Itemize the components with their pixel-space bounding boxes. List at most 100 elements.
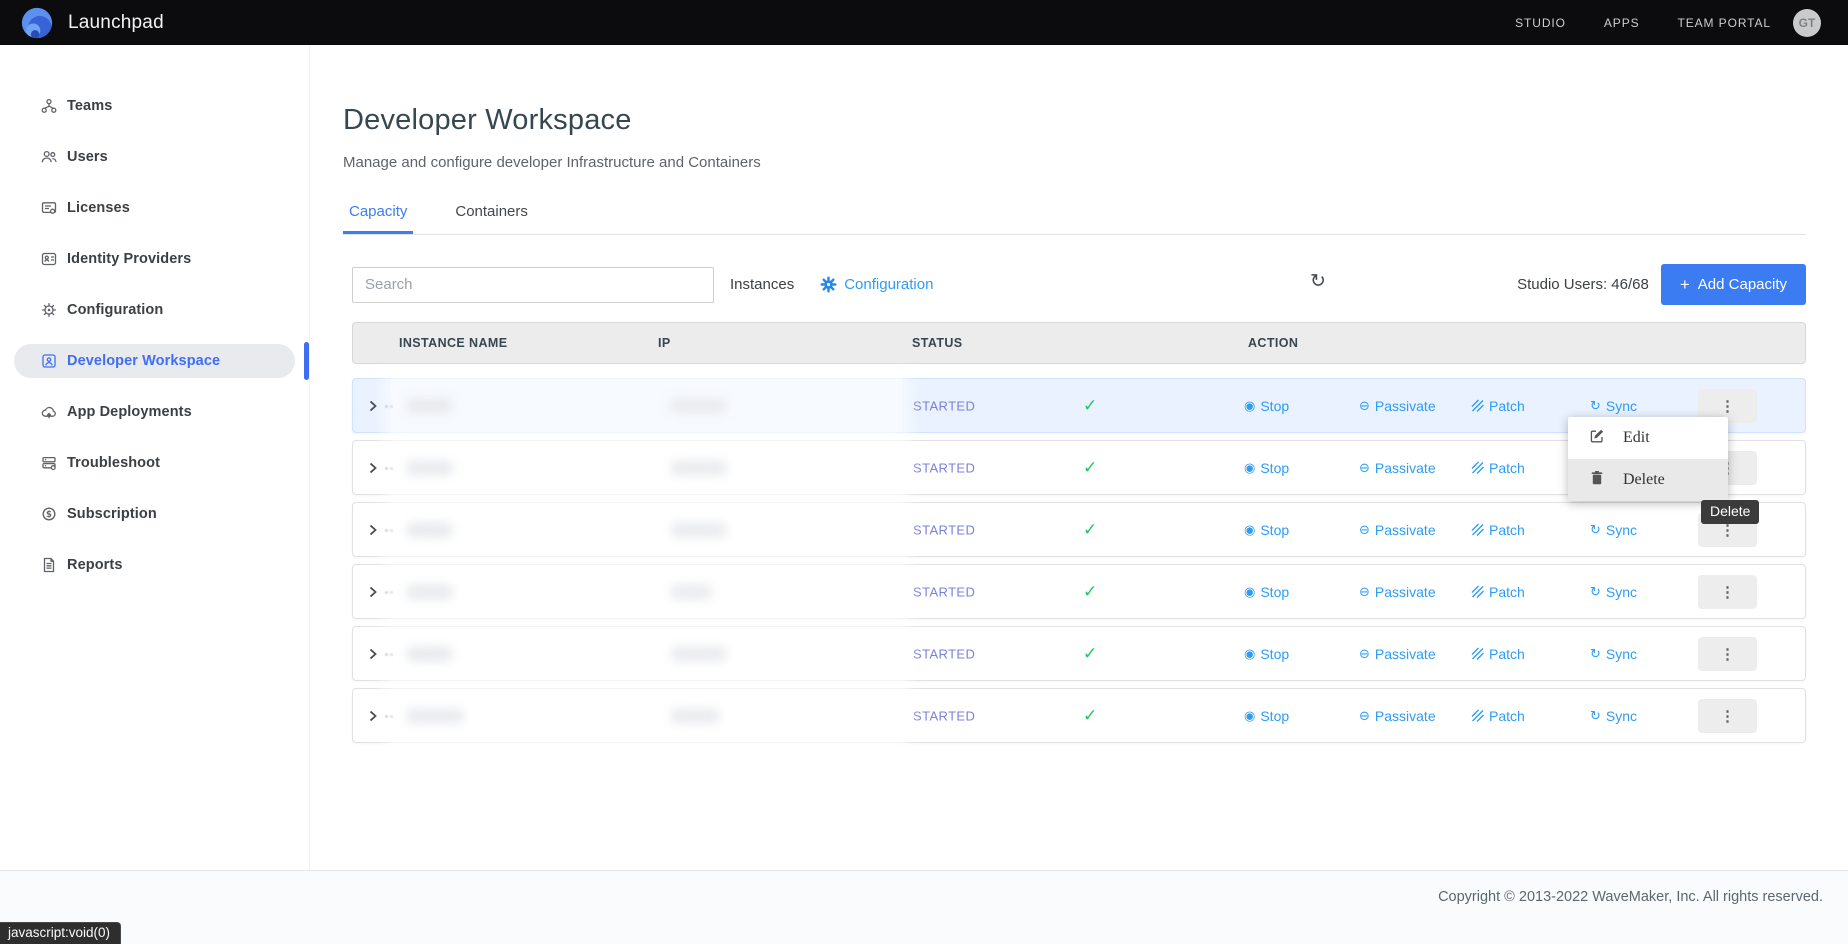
refresh-icon[interactable]: ↻: [1310, 272, 1326, 291]
redacted-text-fragment: [385, 653, 388, 656]
table-row[interactable]: STARTED ✓ ◉Stop ⊖Passivate Patch ↻Sync ⋮: [352, 564, 1806, 619]
stop-icon: ◉: [1244, 461, 1255, 474]
search-input[interactable]: [352, 267, 714, 303]
patch-action[interactable]: Patch: [1471, 522, 1525, 538]
stop-action[interactable]: ◉Stop: [1244, 460, 1289, 476]
passivate-action[interactable]: ⊖Passivate: [1359, 708, 1436, 724]
patch-action[interactable]: Patch: [1471, 584, 1525, 600]
redacted-instance-name: [406, 398, 453, 413]
redacted-instance-name: [406, 460, 453, 475]
row-menu-button[interactable]: ⋮: [1698, 637, 1757, 671]
row-menu-button[interactable]: ⋮: [1698, 699, 1757, 733]
nav-team-portal[interactable]: TEAM PORTAL: [1678, 16, 1771, 30]
tab-capacity[interactable]: Capacity: [343, 203, 413, 234]
sidebar-item-app-deployments[interactable]: App Deployments: [14, 395, 295, 429]
column-header-status: STATUS: [912, 323, 963, 363]
patch-icon: [1471, 647, 1484, 660]
avatar[interactable]: GT: [1793, 9, 1821, 37]
patch-icon: [1471, 585, 1484, 598]
redacted-instance-name: [406, 646, 453, 661]
configuration-link[interactable]: Configuration: [820, 276, 933, 293]
patch-icon: [1471, 399, 1484, 412]
chevron-right-icon[interactable]: [365, 584, 381, 600]
sync-action[interactable]: ↻Sync: [1590, 708, 1637, 724]
passivate-action[interactable]: ⊖Passivate: [1359, 460, 1436, 476]
sidebar-item-label: Licenses: [67, 200, 130, 216]
redacted-ip: [670, 708, 720, 723]
status-badge: STARTED: [913, 522, 975, 537]
sync-icon: ↻: [1590, 647, 1601, 660]
sidebar-item-label: Identity Providers: [67, 251, 191, 267]
redacted-text-fragment: [385, 405, 388, 408]
status-badge: STARTED: [913, 708, 975, 723]
gear-icon: [820, 276, 837, 293]
add-capacity-button[interactable]: +Add Capacity: [1661, 264, 1806, 305]
sidebar-item-teams[interactable]: Teams: [14, 89, 295, 123]
chevron-right-icon[interactable]: [365, 398, 381, 414]
sidebar-item-developer-workspace[interactable]: Developer Workspace: [14, 344, 295, 378]
check-icon: ✓: [1083, 458, 1097, 478]
passivate-icon: ⊖: [1359, 647, 1370, 660]
stop-icon: ◉: [1244, 585, 1255, 598]
table-row[interactable]: STARTED ✓ ◉Stop ⊖Passivate Patch ↻Sync ⋮: [352, 502, 1806, 557]
chevron-right-icon[interactable]: [365, 646, 381, 662]
sidebar-item-troubleshoot[interactable]: Troubleshoot: [14, 446, 295, 480]
stop-action[interactable]: ◉Stop: [1244, 522, 1289, 538]
developer-workspace-icon: [40, 352, 58, 370]
passivate-action[interactable]: ⊖Passivate: [1359, 646, 1436, 662]
sidebar-item-reports[interactable]: Reports: [14, 548, 295, 582]
patch-action[interactable]: Patch: [1471, 646, 1525, 662]
redacted-instance-name: [406, 708, 464, 723]
chevron-right-icon[interactable]: [365, 460, 381, 476]
menu-item-delete[interactable]: Delete: [1568, 459, 1728, 501]
studio-users-count: Studio Users: 46/68: [1517, 276, 1649, 293]
passivate-action[interactable]: ⊖Passivate: [1359, 522, 1436, 538]
patch-icon: [1471, 709, 1484, 722]
redacted-ip: [670, 584, 712, 599]
sync-action[interactable]: ↻Sync: [1590, 398, 1637, 414]
column-header-ip: IP: [658, 323, 671, 363]
stop-icon: ◉: [1244, 523, 1255, 536]
sidebar-item-label: Subscription: [67, 506, 157, 522]
sidebar-item-identity-providers[interactable]: Identity Providers: [14, 242, 295, 276]
menu-item-label: Edit: [1623, 429, 1650, 447]
sync-action[interactable]: ↻Sync: [1590, 584, 1637, 600]
top-bar: Launchpad STUDIO APPS TEAM PORTAL GT: [0, 0, 1848, 45]
patch-action[interactable]: Patch: [1471, 708, 1525, 724]
table-row[interactable]: STARTED ✓ ◉Stop ⊖Passivate Patch ↻Sync ⋮: [352, 688, 1806, 743]
stop-action[interactable]: ◉Stop: [1244, 398, 1289, 414]
row-menu-button[interactable]: ⋮: [1698, 575, 1757, 609]
sidebar-item-subscription[interactable]: $ Subscription: [14, 497, 295, 531]
column-header-instance-name: INSTANCE NAME: [399, 323, 507, 363]
nav-apps[interactable]: APPS: [1604, 16, 1640, 30]
sync-action[interactable]: ↻Sync: [1590, 646, 1637, 662]
sidebar: Teams Users Licenses: [0, 45, 309, 870]
patch-action[interactable]: Patch: [1471, 398, 1525, 414]
tab-containers[interactable]: Containers: [449, 203, 534, 234]
redacted-ip: [670, 522, 727, 537]
chevron-right-icon[interactable]: [365, 708, 381, 724]
stop-action[interactable]: ◉Stop: [1244, 646, 1289, 662]
table-row[interactable]: STARTED ✓ ◉Stop ⊖Passivate Patch ↻Sync ⋮: [352, 626, 1806, 681]
sync-action[interactable]: ↻Sync: [1590, 522, 1637, 538]
menu-item-edit[interactable]: Edit: [1568, 417, 1728, 459]
sidebar-item-licenses[interactable]: Licenses: [14, 191, 295, 225]
sidebar-item-label: Configuration: [67, 302, 163, 318]
status-badge: STARTED: [913, 460, 975, 475]
page-subtitle: Manage and configure developer Infrastru…: [343, 154, 1806, 171]
nav-studio[interactable]: STUDIO: [1515, 16, 1566, 30]
copyright-text: Copyright © 2013-2022 WaveMaker, Inc. Al…: [1438, 889, 1823, 905]
stop-action[interactable]: ◉Stop: [1244, 584, 1289, 600]
sidebar-item-users[interactable]: Users: [14, 140, 295, 174]
patch-action[interactable]: Patch: [1471, 460, 1525, 476]
passivate-action[interactable]: ⊖Passivate: [1359, 398, 1436, 414]
sidebar-item-configuration[interactable]: Configuration: [14, 293, 295, 327]
status-badge: STARTED: [913, 398, 975, 413]
passivate-action[interactable]: ⊖Passivate: [1359, 584, 1436, 600]
row-context-menu: Edit Delete: [1568, 417, 1728, 501]
stop-action[interactable]: ◉Stop: [1244, 708, 1289, 724]
chevron-right-icon[interactable]: [365, 522, 381, 538]
menu-item-label: Delete: [1623, 471, 1665, 489]
status-badge: STARTED: [913, 646, 975, 661]
sync-icon: ↻: [1590, 585, 1601, 598]
